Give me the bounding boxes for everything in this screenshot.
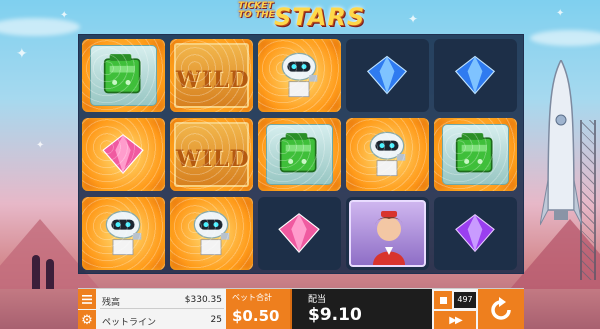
traveler-silhouette bbox=[46, 259, 54, 289]
total-bet-panel: ベット合計 $0.50 bbox=[226, 289, 290, 329]
win-label: 配当 bbox=[308, 295, 327, 305]
reel-cell bbox=[346, 197, 429, 270]
reel-cell bbox=[258, 39, 341, 112]
robot-symbol bbox=[82, 197, 165, 270]
reel-cell: WILD bbox=[170, 118, 253, 191]
autoplay-count: 497 bbox=[454, 292, 476, 308]
wild-symbol: WILD bbox=[174, 43, 249, 108]
reel-cell bbox=[82, 197, 165, 270]
green-battery-symbol bbox=[258, 118, 341, 191]
lines-label: ペットライン bbox=[102, 318, 157, 328]
win-value: $9.10 bbox=[308, 305, 362, 325]
symbol-card bbox=[266, 124, 333, 185]
pink-gem-symbol bbox=[82, 118, 165, 191]
settings-button[interactable]: ⚙ bbox=[78, 310, 96, 329]
total-bet-label: ベット合計 bbox=[232, 293, 272, 302]
stop-icon bbox=[439, 296, 447, 304]
wild-label: WILD bbox=[176, 67, 250, 93]
pink-gem-symbol bbox=[258, 197, 341, 270]
purple-gem-symbol bbox=[434, 197, 517, 270]
total-bet-value: $0.50 bbox=[232, 307, 280, 325]
spin-button[interactable] bbox=[478, 289, 524, 329]
menu-button[interactable] bbox=[78, 289, 96, 309]
sparkle-icon: ✦ bbox=[556, 8, 565, 19]
symbol-card bbox=[442, 124, 509, 185]
divider bbox=[100, 308, 224, 309]
balance-value: $330.35 bbox=[184, 295, 222, 305]
sparkle-icon: ✦ bbox=[408, 12, 419, 26]
reel-cell bbox=[434, 39, 517, 112]
win-display: 配当 $9.10 bbox=[302, 289, 432, 329]
logo-title: STARS bbox=[274, 3, 366, 31]
reel-cell: WILD bbox=[170, 39, 253, 112]
symbol-card bbox=[90, 45, 157, 106]
sparkle-icon: ✦ bbox=[16, 46, 28, 62]
reel-cell bbox=[258, 197, 341, 270]
cloud bbox=[530, 30, 600, 46]
reel-grid: WILD WILD bbox=[78, 34, 524, 274]
wild-label: WILD bbox=[176, 146, 250, 172]
reel-cell bbox=[346, 118, 429, 191]
hamburger-icon bbox=[82, 294, 92, 304]
stewardess-symbol bbox=[349, 200, 426, 267]
spin-icon bbox=[491, 296, 511, 320]
gear-icon: ⚙ bbox=[81, 312, 93, 328]
reel-cell bbox=[258, 118, 341, 191]
robot-symbol bbox=[258, 39, 341, 112]
green-battery-symbol bbox=[434, 118, 517, 191]
robot-symbol bbox=[170, 197, 253, 270]
cloud bbox=[0, 18, 80, 36]
blue-gem-symbol bbox=[434, 39, 517, 112]
reel-cell bbox=[434, 118, 517, 191]
control-bar: ⚙ 残高 $330.35 ペットライン 25 ベット合計 $0.50 ▲ ▼ 配… bbox=[78, 288, 524, 329]
green-battery-symbol bbox=[82, 39, 165, 112]
logo-subtitle: TICKET TO THE bbox=[238, 1, 275, 20]
lines-value: 25 bbox=[210, 315, 222, 325]
wild-symbol: WILD bbox=[174, 122, 249, 187]
fast-forward-icon: ▶▶ bbox=[449, 314, 462, 326]
robot-symbol bbox=[346, 118, 429, 191]
sparkle-icon: ✦ bbox=[36, 140, 45, 151]
stop-autoplay-button[interactable] bbox=[434, 291, 452, 309]
reel-cell bbox=[434, 197, 517, 270]
reel-cell bbox=[82, 118, 165, 191]
reel-cell bbox=[82, 39, 165, 112]
launch-tower bbox=[580, 120, 596, 280]
rocket-icon bbox=[540, 60, 582, 226]
balance-label: 残高 bbox=[102, 298, 121, 308]
game-logo: TICKET TO THE STARS bbox=[238, 1, 364, 32]
blue-gem-symbol bbox=[346, 39, 429, 112]
traveler-silhouette bbox=[32, 255, 40, 289]
turbo-button[interactable]: ▶▶ bbox=[434, 311, 476, 329]
reel-cell bbox=[346, 39, 429, 112]
reel-cell bbox=[170, 197, 253, 270]
